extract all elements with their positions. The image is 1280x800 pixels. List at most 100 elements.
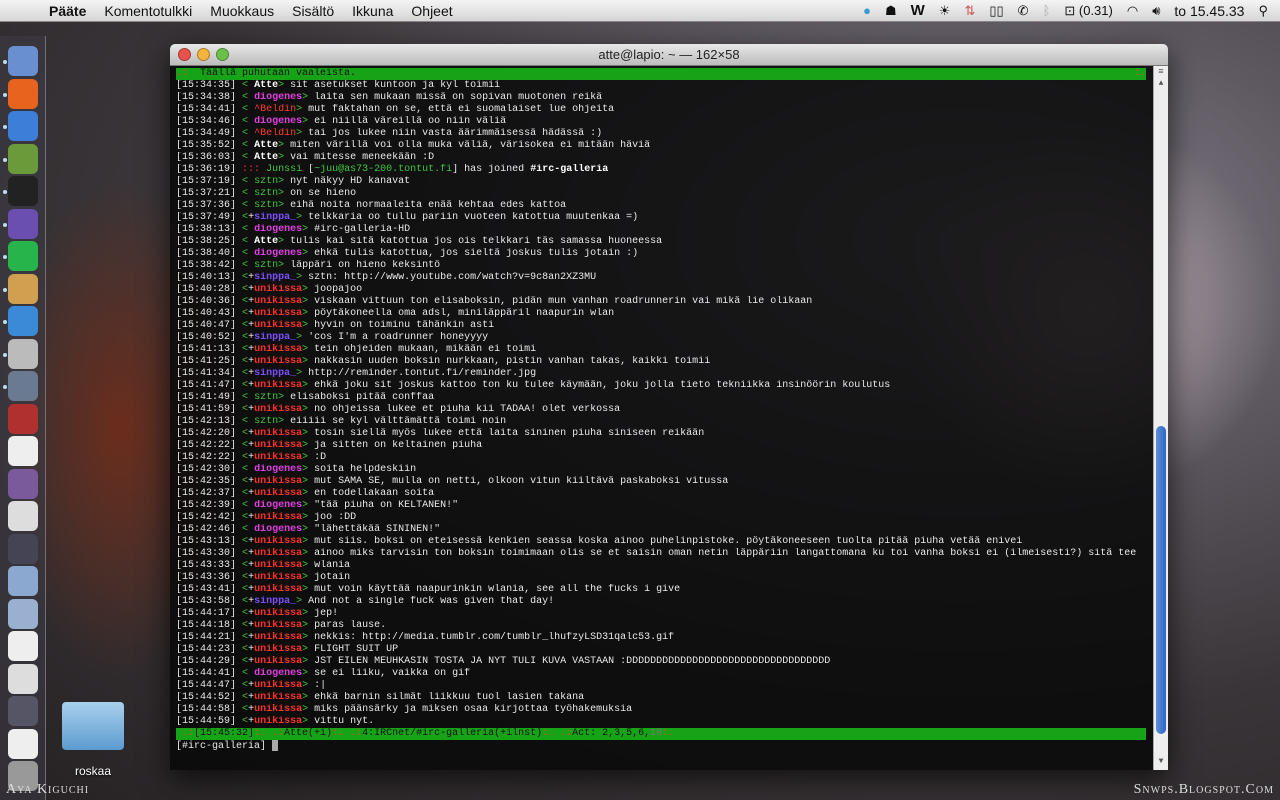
message-text: ja sitten on keltainen piuha	[314, 440, 483, 451]
running-indicator	[3, 287, 7, 292]
network-icon[interactable]	[8, 371, 38, 401]
memory-meter-icon[interactable]: ▯▯	[989, 3, 1003, 19]
clock[interactable]: to 15.45.33	[1174, 3, 1244, 19]
terminal-window: atte@lapio: ~ — 162×58 .: Täällä puhutaa…	[170, 44, 1168, 770]
nick-bracket: >	[302, 608, 309, 619]
scroll-up-icon[interactable]: ▲	[1154, 78, 1168, 90]
angry-bird-icon[interactable]	[8, 306, 38, 336]
topic-suffix: :.	[1133, 68, 1146, 79]
solitaire-icon[interactable]	[8, 436, 38, 466]
spotlight-search-icon[interactable]: ⚲	[1258, 3, 1268, 19]
folder-label[interactable]: roskaa	[60, 764, 126, 778]
firefox-icon[interactable]	[8, 78, 38, 109]
message-text: mut siis. boksi on eteisessä kenkien sea…	[314, 536, 1023, 547]
chat-line: [15:44:29] <+unikissa> JST EILEN MEUHKAS…	[176, 656, 831, 667]
nick: unikissa	[254, 380, 303, 391]
chat-line: [15:38:42] < sztn> läppäri on hieno keks…	[176, 260, 441, 271]
adium-icon[interactable]: ☗	[885, 3, 897, 19]
nick-bracket: >	[302, 632, 309, 643]
nick: diogenes	[254, 524, 303, 535]
wifi-icon[interactable]: ◠	[1127, 3, 1138, 19]
word-icon[interactable]	[8, 501, 38, 531]
message-text: tai jos lukee niin vasta äärimmäisessä h…	[308, 128, 603, 139]
folder-icon[interactable]	[62, 702, 124, 750]
menu-window[interactable]: Ikkuna	[343, 3, 402, 19]
minecraft-icon[interactable]	[8, 143, 38, 174]
timestamp: 15:40:13	[182, 272, 231, 283]
chat-line: [15:44:21] <+unikissa> nekkis: http://me…	[176, 632, 675, 643]
nick: unikissa	[254, 404, 303, 415]
terminal-content[interactable]: .: Täällä puhutaan vaaleista.:. [15:34:3…	[170, 66, 1168, 770]
nick: ^Beldin	[254, 128, 297, 139]
nick-bracket: >	[302, 404, 309, 415]
separator[interactable]	[8, 533, 38, 564]
message-text: nekkis: http://media.tumblr.com/tumblr_l…	[314, 632, 675, 643]
terminal-icon[interactable]	[8, 176, 38, 206]
title-bar[interactable]: atte@lapio: ~ — 162×58	[170, 44, 1168, 66]
activity-monitor-icon[interactable]: ⊡ (0.31)	[1064, 3, 1112, 19]
bluetooth-icon[interactable]: ᛒ	[1043, 3, 1051, 18]
running-indicator	[3, 157, 7, 162]
menu-edit[interactable]: Muokkaus	[201, 3, 283, 19]
menu-shell[interactable]: Komentotulkki	[95, 3, 201, 19]
message-text: en todellakaan soita	[314, 488, 435, 499]
nick: unikissa	[254, 716, 303, 727]
volume-icon[interactable]: 🔊︎	[1152, 3, 1160, 19]
message-text: elisaboksi pitää conffaa	[290, 392, 435, 403]
document-icon[interactable]	[8, 728, 38, 759]
adium-icon[interactable]	[8, 208, 38, 239]
status-activity-highlight: 10	[650, 728, 663, 739]
nick: sztn	[254, 260, 279, 271]
chat-line: [15:41:13] <+unikissa> tein ohjeiden muk…	[176, 344, 537, 355]
message-text: http://reminder.tontut.fi/reminder.jpg	[308, 368, 537, 379]
nick: unikissa	[254, 344, 303, 355]
nick: ^Beldin	[254, 104, 297, 115]
chat-line: [15:43:36] <+unikissa> jotain	[176, 572, 351, 583]
monitor-icon[interactable]	[8, 696, 38, 726]
nick-bracket: >	[302, 668, 309, 679]
web-document-icon[interactable]	[8, 663, 38, 694]
preview-icon[interactable]	[8, 273, 38, 304]
chat-line: [15:40:28] <+unikissa> joopajoo	[176, 284, 363, 295]
tor-icon[interactable]	[8, 468, 38, 499]
nick: sinppa_	[254, 596, 297, 607]
message-text: vai mitesse meneekään :D	[290, 152, 435, 163]
nick-bracket: >	[302, 92, 309, 103]
nick-bracket: >	[296, 332, 303, 343]
message-text: "tää piuha on KELTANEN!"	[314, 500, 459, 511]
timestamp: 15:41:49	[182, 392, 231, 403]
menu-view[interactable]: Sisältö	[283, 3, 343, 19]
message-text: se ei liiku, vaikka on gif	[314, 668, 471, 679]
timestamp: 15:44:52	[182, 692, 231, 703]
finder-icon[interactable]	[8, 46, 38, 76]
input-line[interactable]: [#irc-galleria]	[176, 740, 1141, 752]
brightness-icon[interactable]: ☀	[939, 3, 951, 19]
scrollbar[interactable]: ≡ ▲ ▼	[1153, 66, 1168, 770]
menu-help[interactable]: Ohjeet	[402, 3, 461, 19]
document-icon[interactable]	[8, 631, 38, 661]
nick: sztn	[254, 176, 279, 187]
nick-bracket: >	[302, 476, 309, 487]
message-text: mut voin käyttää naapurinkin wlania, see…	[314, 584, 681, 595]
menu-app[interactable]: Pääte	[40, 3, 95, 19]
nick-bracket: >	[302, 536, 309, 547]
nick-bracket: >	[302, 320, 309, 331]
globe-icon[interactable]: ●	[863, 3, 871, 18]
word-icon[interactable]: W	[911, 2, 925, 19]
status-time: [15:45:32]	[194, 728, 255, 739]
applications-folder-icon[interactable]	[8, 566, 38, 596]
thunderbird-icon[interactable]	[8, 111, 38, 141]
phone-icon[interactable]: ✆	[1018, 3, 1029, 19]
script-icon[interactable]	[8, 338, 38, 369]
chat-line: [15:43:13] <+unikissa> mut siis. boksi o…	[176, 536, 1023, 547]
transfer-icon[interactable]: ⇅	[964, 3, 975, 19]
game-icon[interactable]	[8, 403, 38, 434]
scroll-menu-icon[interactable]: ≡	[1154, 66, 1168, 78]
timestamp: 15:37:21	[182, 188, 231, 199]
message-text: wlania	[314, 560, 351, 571]
documents-folder-icon[interactable]	[8, 598, 38, 629]
spotify-icon[interactable]	[8, 241, 38, 271]
scroll-down-icon[interactable]: ▼	[1154, 756, 1168, 768]
timestamp: 15:34:41	[182, 104, 231, 115]
scrollbar-thumb[interactable]	[1156, 426, 1166, 734]
